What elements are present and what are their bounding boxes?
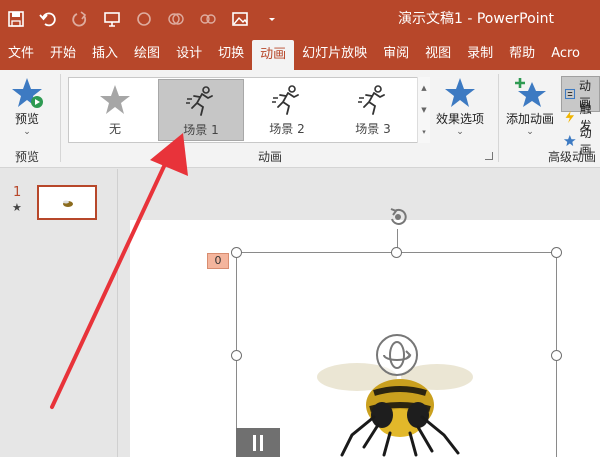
gallery-item-label: 场景 1 [183, 123, 219, 137]
gallery-item-label: 场景 3 [355, 122, 391, 136]
running-person-icon [186, 86, 213, 116]
resize-handle-right[interactable] [551, 350, 562, 361]
gallery-item-scene-3[interactable]: 场景 3 [330, 79, 416, 141]
group-divider [60, 74, 61, 162]
save-icon[interactable] [0, 0, 32, 38]
chevron-down-icon: ⌄ [526, 127, 534, 137]
group-label-advanced-animation: 高级动画 [548, 150, 597, 164]
slides-pane: 1 ★ [0, 169, 118, 457]
document-title: 演示文稿1 - PowerPoint [398, 11, 554, 27]
tab-10[interactable]: 录制 [459, 38, 501, 70]
tab-9[interactable]: 视图 [417, 38, 459, 70]
preview-label: 预览 [14, 112, 39, 126]
running-person-icon [358, 85, 385, 115]
gallery-item-label: 场景 2 [269, 122, 305, 136]
tab-1[interactable]: 开始 [42, 38, 84, 70]
preview-button[interactable]: 预览 ⌄ [10, 76, 44, 137]
group-label-preview: 预览 [15, 150, 40, 164]
animation-gallery: 无 场景 1 场景 2 场景 3 [68, 77, 430, 143]
redo-icon[interactable] [64, 0, 96, 38]
group-icon[interactable] [160, 0, 192, 38]
tab-12[interactable]: Acro [543, 38, 588, 70]
resize-handle-top[interactable] [391, 247, 402, 258]
preview-star-icon [12, 78, 43, 108]
tab-8[interactable]: 审阅 [375, 38, 417, 70]
title-bar: 演示文稿1 - PowerPoint [0, 0, 600, 38]
customize-qat-icon[interactable] [256, 0, 288, 38]
gallery-more-icon[interactable]: ▾ [422, 128, 426, 136]
3d-rotate-icon[interactable] [374, 332, 420, 378]
tab-3[interactable]: 绘图 [126, 38, 168, 70]
rotation-line [397, 229, 398, 249]
ribbon-tabs: 文件 开始 插入 绘图 设计 切换 动画 幻灯片放映 审阅 视图 录制 帮助 Acro [0, 38, 600, 70]
tab-7[interactable]: 幻灯片放映 [294, 38, 375, 70]
resize-handle-left[interactable] [231, 350, 242, 361]
picture-icon[interactable] [224, 0, 256, 38]
dialog-launcher-icon[interactable] [485, 152, 493, 160]
tab-11[interactable]: 帮助 [501, 38, 543, 70]
scroll-up-icon[interactable]: ▲ [421, 84, 426, 92]
bee-thumbnail-icon [63, 200, 73, 207]
resize-handle-top-left[interactable] [231, 247, 242, 258]
pause-icon[interactable] [236, 428, 280, 457]
animation-order-tag[interactable]: 0 [207, 253, 229, 269]
rotate-handle-icon[interactable] [386, 205, 410, 229]
gallery-item-scene-2[interactable]: 场景 2 [244, 79, 330, 141]
gallery-item-scene-1[interactable]: 场景 1 [158, 79, 244, 141]
gallery-item-none[interactable]: 无 [72, 79, 158, 141]
slide-thumbnail[interactable] [37, 185, 97, 220]
running-person-icon [272, 85, 299, 115]
add-animation-button[interactable]: 添加动画 ⌄ [506, 76, 554, 137]
shape-icon[interactable] [128, 0, 160, 38]
effect-star-icon [445, 78, 475, 107]
chevron-down-icon: ⌄ [23, 127, 31, 137]
add-animation-icon [515, 78, 546, 107]
slideshow-icon[interactable] [96, 0, 128, 38]
ribbon-animation: 预览 ⌄ 预览 无 场景 1 场景 2 场景 3 ▲ ▼ ▾ 效果选项 ⌄ 动画… [0, 70, 600, 168]
scroll-down-icon[interactable]: ▼ [421, 106, 426, 114]
gallery-scrollbar[interactable]: ▲ ▼ ▾ [417, 77, 430, 143]
animation-painter-icon [563, 135, 576, 147]
group-divider [498, 74, 499, 162]
resize-handle-top-right[interactable] [551, 247, 562, 258]
quick-access-toolbar [0, 0, 288, 38]
tab-0[interactable]: 文件 [0, 38, 42, 70]
star-gray-icon [100, 85, 130, 114]
group-label-animation: 动画 [258, 150, 283, 164]
gallery-item-label: 无 [108, 122, 121, 136]
chevron-down-icon: ⌄ [456, 127, 464, 137]
effect-options-button[interactable]: 效果选项 ⌄ [436, 76, 484, 137]
slide-number: 1 [13, 185, 22, 200]
tab-5[interactable]: 切换 [210, 38, 252, 70]
tab-2[interactable]: 插入 [84, 38, 126, 70]
add-animation-label: 添加动画 [506, 112, 555, 126]
tab-6[interactable]: 动画 [252, 40, 295, 70]
slide-animation-star-icon: ★ [12, 201, 22, 214]
tab-4[interactable]: 设计 [168, 38, 210, 70]
undo-icon[interactable] [32, 0, 64, 38]
ungroup-icon[interactable] [192, 0, 224, 38]
effect-options-label: 效果选项 [436, 112, 485, 126]
lightning-icon [565, 111, 575, 123]
